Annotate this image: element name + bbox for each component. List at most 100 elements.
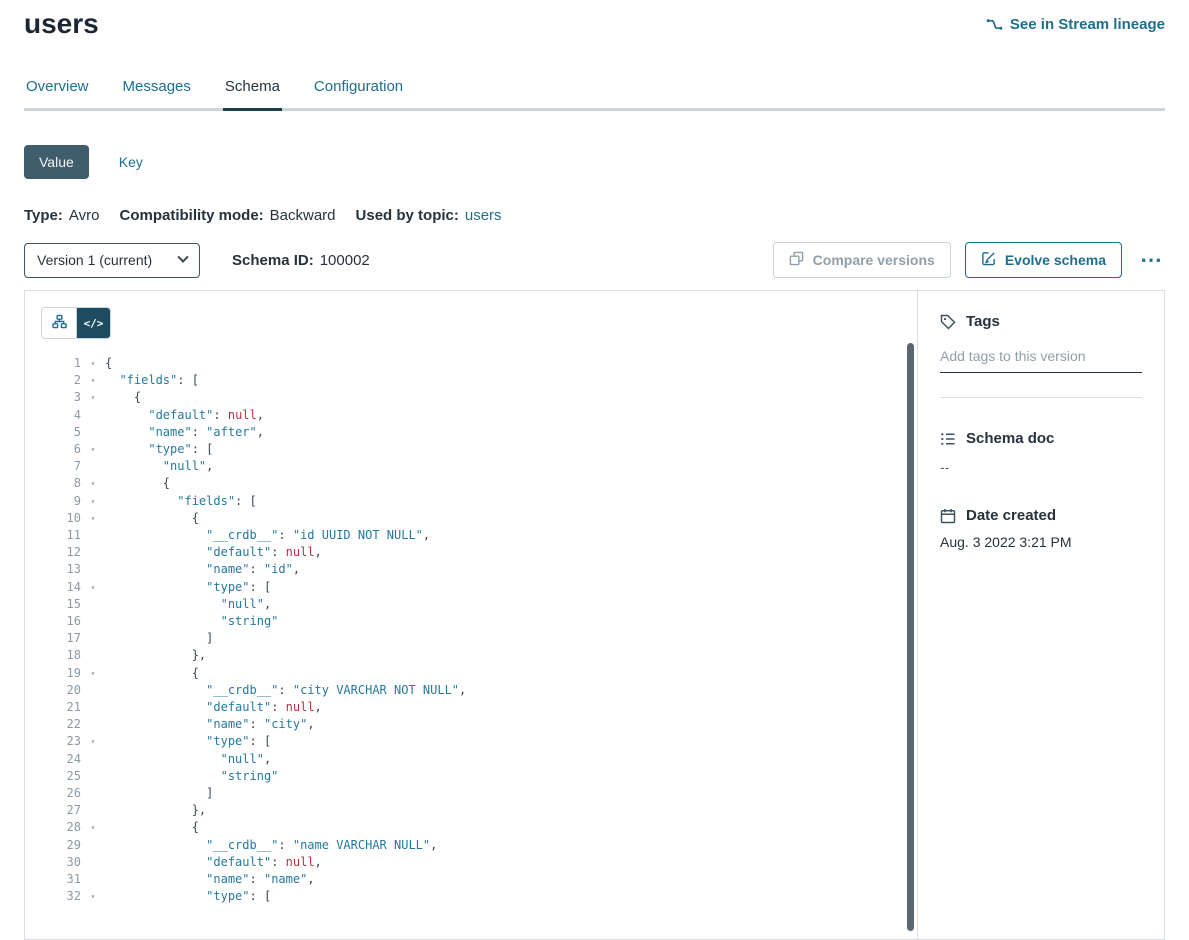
add-tags-input[interactable] <box>940 342 1142 373</box>
meta-compatibility: Compatibility mode:Backward <box>119 207 335 224</box>
schema-doc-value: -- <box>940 459 1142 475</box>
line-number: 2 <box>41 372 81 389</box>
line-number: 24 <box>41 751 81 768</box>
code-text: "type": [ <box>105 888 917 905</box>
line-number: 25 <box>41 768 81 785</box>
evolve-schema-button[interactable]: Evolve schema <box>965 242 1122 278</box>
code-text: "default": null, <box>105 854 917 871</box>
code-text: "name": "city", <box>105 716 917 733</box>
fold-spacer <box>81 596 105 613</box>
fold-toggle-icon[interactable]: ▾ <box>81 665 105 682</box>
chevron-down-icon <box>177 252 188 263</box>
fold-toggle-icon[interactable]: ▾ <box>81 579 105 596</box>
compare-versions-button[interactable]: Compare versions <box>773 242 951 278</box>
stream-lineage-label: See in Stream lineage <box>1010 16 1165 33</box>
code-view-icon: </> <box>84 317 104 330</box>
fold-spacer <box>81 871 105 888</box>
code-text: { <box>105 475 917 492</box>
compatibility-label: Compatibility mode: <box>119 207 263 224</box>
fold-toggle-icon[interactable]: ▾ <box>81 510 105 527</box>
tree-view-button[interactable] <box>42 308 76 338</box>
topic-link[interactable]: users <box>465 207 502 224</box>
value-toggle-button[interactable]: Value <box>24 145 89 179</box>
fold-toggle-icon[interactable]: ▾ <box>81 355 105 372</box>
line-number: 4 <box>41 407 81 424</box>
fold-spacer <box>81 407 105 424</box>
tab-overview[interactable]: Overview <box>24 72 91 108</box>
code-line: 31 "name": "name", <box>41 871 917 888</box>
fold-spacer <box>81 751 105 768</box>
tag-icon <box>940 314 956 330</box>
code-view-button[interactable]: </> <box>76 308 110 338</box>
line-number: 14 <box>41 579 81 596</box>
fold-spacer <box>81 768 105 785</box>
fold-spacer <box>81 837 105 854</box>
fold-toggle-icon[interactable]: ▾ <box>81 493 105 510</box>
schema-id-label: Schema ID: <box>232 252 314 269</box>
fold-toggle-icon[interactable]: ▾ <box>81 888 105 905</box>
type-label: Type: <box>24 207 63 224</box>
code-text: "fields": [ <box>105 372 917 389</box>
tab-configuration[interactable]: Configuration <box>312 72 405 108</box>
line-number: 11 <box>41 527 81 544</box>
code-line: 5 "name": "after", <box>41 424 917 441</box>
stream-lineage-link[interactable]: See in Stream lineage <box>986 16 1165 33</box>
fold-toggle-icon[interactable]: ▾ <box>81 389 105 406</box>
code-line: 21 "default": null, <box>41 699 917 716</box>
fold-toggle-icon[interactable]: ▾ <box>81 475 105 492</box>
code-text: "type": [ <box>105 579 917 596</box>
code-line: 1▾{ <box>41 355 917 372</box>
code-line: 32▾ "type": [ <box>41 888 917 905</box>
fold-spacer <box>81 802 105 819</box>
tree-view-icon <box>52 314 67 332</box>
code-line: 12 "default": null, <box>41 544 917 561</box>
fold-spacer <box>81 527 105 544</box>
sidebar-divider <box>940 397 1142 398</box>
version-select[interactable]: Version 1 (current) <box>24 243 200 278</box>
line-number: 12 <box>41 544 81 561</box>
code-line: 27 }, <box>41 802 917 819</box>
tab-schema[interactable]: Schema <box>223 72 282 108</box>
fold-toggle-icon[interactable]: ▾ <box>81 819 105 836</box>
date-created-icon <box>940 508 956 524</box>
schema-page: users See in Stream lineage Overview Mes… <box>0 0 1189 940</box>
code-text: ] <box>105 630 917 647</box>
code-line: 10▾ { <box>41 510 917 527</box>
fold-spacer <box>81 854 105 871</box>
fold-spacer <box>81 716 105 733</box>
line-number: 6 <box>41 441 81 458</box>
fold-toggle-icon[interactable]: ▾ <box>81 372 105 389</box>
line-number: 15 <box>41 596 81 613</box>
evolve-schema-label: Evolve schema <box>1005 252 1106 268</box>
fold-toggle-icon[interactable]: ▾ <box>81 441 105 458</box>
code-line: 14▾ "type": [ <box>41 579 917 596</box>
more-options-button[interactable]: ⋯ <box>1138 249 1165 271</box>
tags-title: Tags <box>966 313 1000 330</box>
code-text: "default": null, <box>105 544 917 561</box>
date-created-section: Date created Aug. 3 2022 3:21 PM <box>940 507 1142 550</box>
code-line: 22 "name": "city", <box>41 716 917 733</box>
tab-messages[interactable]: Messages <box>121 72 193 108</box>
fold-toggle-icon[interactable]: ▾ <box>81 733 105 750</box>
key-toggle-button[interactable]: Key <box>113 153 149 171</box>
line-number: 28 <box>41 819 81 836</box>
vertical-scrollbar[interactable] <box>907 343 914 931</box>
code-text: "fields": [ <box>105 493 917 510</box>
line-number: 30 <box>41 854 81 871</box>
code-text: "__crdb__": "name VARCHAR NULL", <box>105 837 917 854</box>
code-line: 18 }, <box>41 647 917 664</box>
page-title: users <box>24 8 99 40</box>
fold-spacer <box>81 561 105 578</box>
code-text: }, <box>105 647 917 664</box>
code-line: 19▾ { <box>41 665 917 682</box>
code-editor: 1▾{2▾ "fields": [3▾ {4 "default": null,5… <box>41 355 917 906</box>
code-text: "default": null, <box>105 699 917 716</box>
code-line: 16 "string" <box>41 613 917 630</box>
line-number: 19 <box>41 665 81 682</box>
code-line: 24 "null", <box>41 751 917 768</box>
schema-id-value: 100002 <box>320 252 370 269</box>
schema-detail-panel: </> 1▾{2▾ "fields": [3▾ {4 "default": nu… <box>24 290 1165 940</box>
code-line: 30 "default": null, <box>41 854 917 871</box>
schema-doc-icon <box>940 431 956 447</box>
code-text: { <box>105 355 917 372</box>
